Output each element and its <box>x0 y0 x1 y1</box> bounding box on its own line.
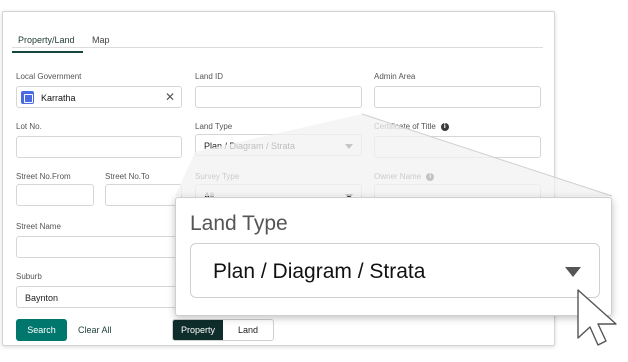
chevron-down-icon <box>565 267 581 277</box>
cursor-pointer-icon <box>577 289 617 346</box>
land-type-select[interactable]: Plan / Diagram / Strata <box>195 134 362 156</box>
land-id-label: Land ID <box>195 72 224 81</box>
land-type-value: Plan / Diagram / Strata <box>204 141 296 151</box>
tab-map[interactable]: Map <box>92 35 110 45</box>
admin-area-field[interactable] <box>374 86 541 108</box>
property-land-toggle[interactable]: Property Land <box>172 319 274 341</box>
close-icon[interactable]: ✕ <box>165 90 175 104</box>
local-government-value: Karratha <box>41 93 76 103</box>
certificate-of-title-label: Certificate of Title i <box>374 122 449 131</box>
land-type-zoom-callout: Land Type Plan / Diagram / Strata <box>175 197 612 316</box>
land-type-label: Land Type <box>195 122 233 131</box>
lot-no-field[interactable] <box>16 136 182 158</box>
toggle-property[interactable]: Property <box>173 320 223 340</box>
survey-type-label: Survey Type <box>195 172 240 181</box>
street-no-from-label: Street No.From <box>16 172 71 181</box>
tab-bar: Property/Land Map <box>12 22 543 53</box>
lot-no-label: Lot No. <box>16 122 42 131</box>
owner-name-label: Owner Name i <box>374 172 435 181</box>
street-no-to-field[interactable] <box>105 184 182 206</box>
info-icon[interactable]: i <box>426 172 435 181</box>
suburb-label: Suburb <box>16 272 42 281</box>
certificate-of-title-text: Certificate of Title <box>374 122 436 131</box>
street-no-to-label: Street No.To <box>105 172 150 181</box>
clear-all-button[interactable]: Clear All <box>78 325 112 335</box>
suburb-field[interactable]: Baynton <box>16 286 182 308</box>
active-tab-indicator <box>12 51 83 53</box>
chevron-down-icon <box>345 144 353 149</box>
certificate-of-title-field[interactable] <box>374 136 541 158</box>
zoom-land-type-value: Plan / Diagram / Strata <box>213 260 426 283</box>
street-no-from-field[interactable] <box>16 184 94 206</box>
info-icon[interactable]: i <box>440 122 449 131</box>
zoom-land-type-select[interactable]: Plan / Diagram / Strata <box>190 243 600 298</box>
tab-property-land[interactable]: Property/Land <box>18 35 75 45</box>
street-name-label: Street Name <box>16 222 61 231</box>
admin-area-label: Admin Area <box>374 72 416 81</box>
building-icon <box>21 91 34 104</box>
local-government-field[interactable]: Karratha ✕ <box>16 86 182 108</box>
owner-name-text: Owner Name <box>374 172 422 181</box>
suburb-value: Baynton <box>25 293 59 303</box>
street-name-field[interactable] <box>16 236 182 258</box>
land-id-field[interactable] <box>195 86 362 108</box>
search-button[interactable]: Search <box>16 319 67 341</box>
local-government-label: Local Government <box>16 72 82 81</box>
toggle-land[interactable]: Land <box>223 320 273 340</box>
zoom-land-type-label: Land Type <box>190 212 288 235</box>
